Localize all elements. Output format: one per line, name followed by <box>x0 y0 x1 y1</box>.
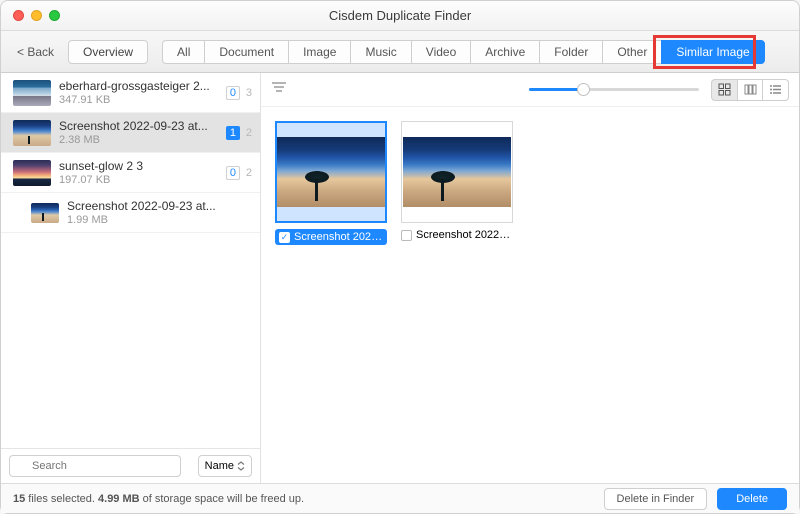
filter-button[interactable] <box>271 80 287 99</box>
main-panel: Screenshot 2022-0... Screenshot 2022-0..… <box>261 73 799 483</box>
category-tabs: All Document Image Music Video Archive F… <box>162 40 765 64</box>
app-window: Cisdem Duplicate Finder < Back Overview … <box>0 0 800 514</box>
item-filename: Screenshot 2022-0... <box>416 229 513 241</box>
group-counts: 1 2 <box>226 126 252 140</box>
tab-all[interactable]: All <box>162 40 204 64</box>
toolbar: < Back Overview All Document Image Music… <box>1 31 799 73</box>
image-preview <box>277 137 385 207</box>
main-toolbar <box>261 73 799 107</box>
grid-view-button[interactable] <box>711 79 737 101</box>
group-size: 197.07 KB <box>59 174 218 186</box>
files-selected-count: 15 <box>13 493 25 505</box>
space-freed: 4.99 MB <box>98 493 140 505</box>
group-item[interactable]: eberhard-grossgasteiger 2... 347.91 KB 0… <box>1 73 260 113</box>
sort-label: Name <box>205 460 234 472</box>
tab-image[interactable]: Image <box>288 40 350 64</box>
group-meta: sunset-glow 2 3 197.07 KB <box>59 159 218 186</box>
delete-in-finder-button[interactable]: Delete in Finder <box>604 488 708 510</box>
tab-similar-image[interactable]: Similar Image <box>661 40 764 64</box>
grid-view-icon <box>718 83 731 96</box>
preview-thumbnail <box>275 121 387 223</box>
group-thumbnail <box>13 120 51 146</box>
group-item[interactable]: sunset-glow 2 3 197.07 KB 0 2 <box>1 153 260 193</box>
search-wrapper <box>9 455 192 477</box>
group-meta: Screenshot 2022-09-23 at... 1.99 MB <box>67 199 252 226</box>
selected-count: 0 <box>226 166 240 180</box>
filter-icon <box>271 80 287 94</box>
search-input[interactable] <box>9 455 181 477</box>
list-view-icon <box>769 83 782 96</box>
list-view-button[interactable] <box>763 79 789 101</box>
thumbnail-size-slider[interactable] <box>529 88 699 91</box>
status-bar: 15 files selected. 4.99 MB of storage sp… <box>1 483 799 513</box>
image-preview <box>403 137 511 207</box>
tab-video[interactable]: Video <box>411 40 470 64</box>
group-meta: eberhard-grossgasteiger 2... 347.91 KB <box>59 79 218 106</box>
group-size: 1.99 MB <box>67 214 252 226</box>
group-name: Screenshot 2022-09-23 at... <box>67 199 252 213</box>
preview-thumbnail <box>401 121 513 223</box>
sidebar-footer: Name <box>1 448 260 483</box>
main-toolbar-right <box>529 79 789 101</box>
titlebar: Cisdem Duplicate Finder <box>1 1 799 31</box>
preview-item[interactable]: Screenshot 2022-0... <box>401 121 513 241</box>
group-counts: 0 2 <box>226 166 252 180</box>
group-meta: Screenshot 2022-09-23 at... 2.38 MB <box>59 119 218 146</box>
tab-archive[interactable]: Archive <box>470 40 539 64</box>
columns-view-button[interactable] <box>737 79 763 101</box>
group-thumbnail <box>31 203 59 223</box>
columns-view-icon <box>744 83 757 96</box>
preview-label: Screenshot 2022-0... <box>275 229 387 245</box>
tab-folder[interactable]: Folder <box>539 40 602 64</box>
total-count: 2 <box>246 127 252 139</box>
duplicate-group-list: eberhard-grossgasteiger 2... 347.91 KB 0… <box>1 73 260 448</box>
preview-label: Screenshot 2022-0... <box>401 229 513 241</box>
tab-music[interactable]: Music <box>350 40 410 64</box>
tab-document[interactable]: Document <box>204 40 288 64</box>
total-count: 3 <box>246 87 252 99</box>
item-checkbox[interactable] <box>279 232 290 243</box>
status-actions: Delete in Finder Delete <box>604 488 787 510</box>
preview-grid: Screenshot 2022-0... Screenshot 2022-0..… <box>261 107 799 483</box>
sort-dropdown[interactable]: Name <box>198 455 252 477</box>
group-size: 347.91 KB <box>59 94 218 106</box>
selected-count: 1 <box>226 126 240 140</box>
overview-button[interactable]: Overview <box>68 40 148 64</box>
group-thumbnail <box>13 80 51 106</box>
delete-button[interactable]: Delete <box>717 488 787 510</box>
group-thumbnail <box>13 160 51 186</box>
slider-fill <box>529 88 580 91</box>
item-checkbox[interactable] <box>401 230 412 241</box>
tab-other[interactable]: Other <box>602 40 661 64</box>
group-name: sunset-glow 2 3 <box>59 159 218 173</box>
group-counts: 0 3 <box>226 86 252 100</box>
window-title: Cisdem Duplicate Finder <box>1 8 799 23</box>
slider-knob[interactable] <box>577 83 590 96</box>
body: eberhard-grossgasteiger 2... 347.91 KB 0… <box>1 73 799 483</box>
group-size: 2.38 MB <box>59 134 218 146</box>
view-mode-segment <box>711 79 789 101</box>
chevron-up-down-icon <box>237 461 245 471</box>
sidebar: eberhard-grossgasteiger 2... 347.91 KB 0… <box>1 73 261 483</box>
group-item[interactable]: Screenshot 2022-09-23 at... 2.38 MB 1 2 <box>1 113 260 153</box>
back-button[interactable]: < Back <box>11 41 60 63</box>
item-filename: Screenshot 2022-0... <box>294 231 383 243</box>
selected-count: 0 <box>226 86 240 100</box>
total-count: 2 <box>246 167 252 179</box>
group-name: eberhard-grossgasteiger 2... <box>59 79 218 93</box>
group-item[interactable]: Screenshot 2022-09-23 at... 1.99 MB <box>1 193 260 233</box>
preview-item[interactable]: Screenshot 2022-0... <box>275 121 387 245</box>
group-name: Screenshot 2022-09-23 at... <box>59 119 218 133</box>
status-text: 15 files selected. 4.99 MB of storage sp… <box>13 493 304 505</box>
